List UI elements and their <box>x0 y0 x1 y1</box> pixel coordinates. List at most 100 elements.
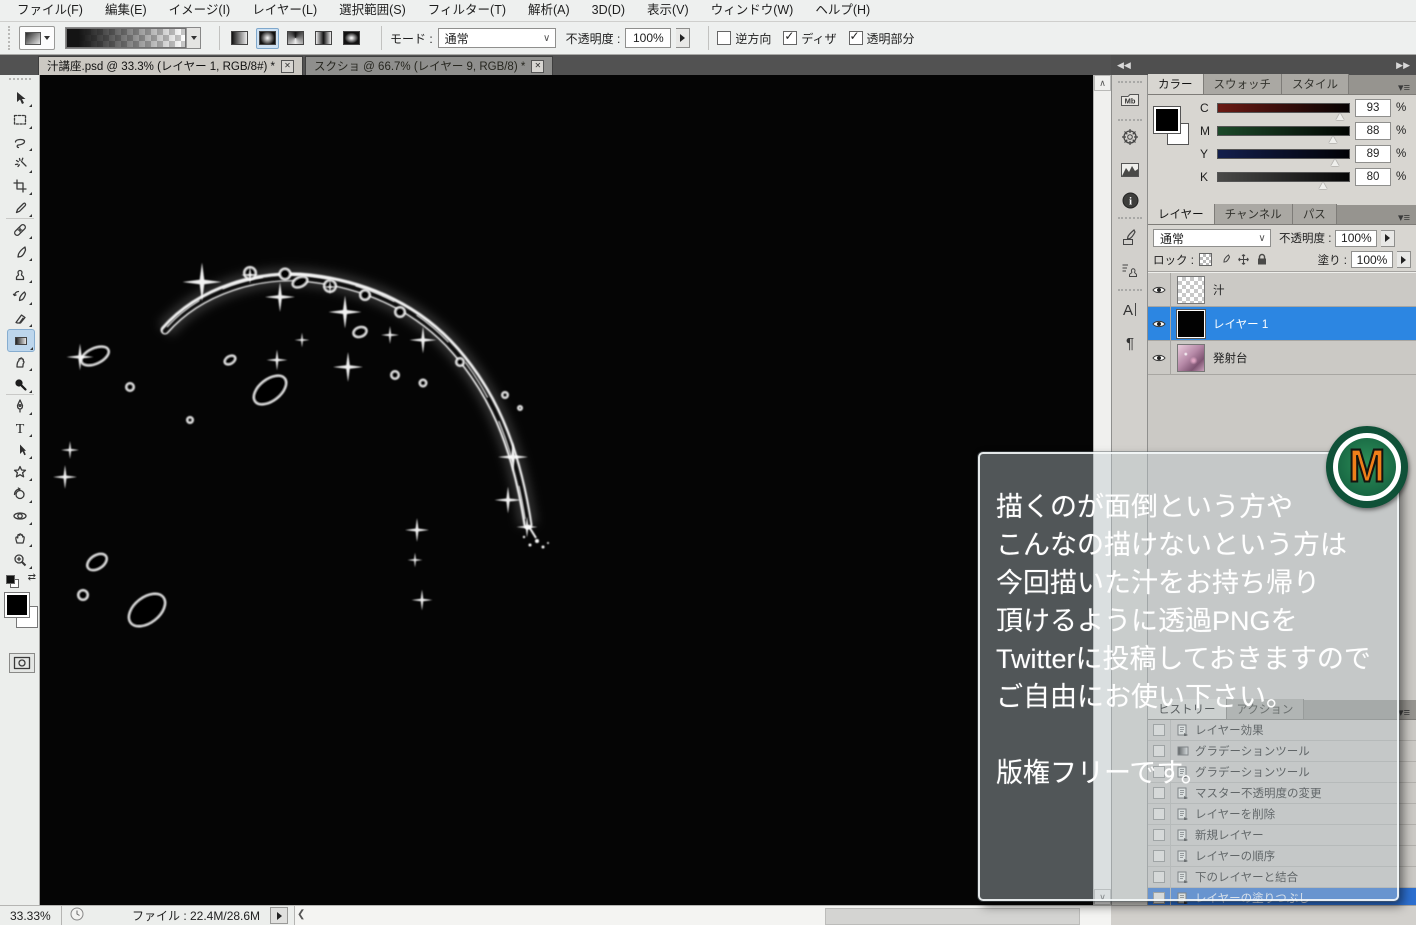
fill-input[interactable]: 100% <box>1351 251 1393 268</box>
reverse-checkbox-row[interactable]: 逆方向 <box>717 30 771 47</box>
tab-styles[interactable]: スタイル <box>1282 74 1349 94</box>
zoom-tool[interactable] <box>7 549 33 570</box>
path-selection-tool[interactable] <box>7 439 33 460</box>
layer-row-layer1[interactable]: レイヤー 1 <box>1148 307 1416 341</box>
menu-layer[interactable]: レイヤー(L) <box>241 0 328 21</box>
3d-rotate-tool[interactable] <box>7 483 33 504</box>
magic-wand-tool[interactable] <box>7 153 33 174</box>
lock-position-icon[interactable] <box>1236 253 1251 267</box>
dither-checkbox-row[interactable]: ディザ <box>783 30 836 47</box>
scroll-left-icon[interactable]: ❮ <box>297 909 305 920</box>
foreground-color-swatch[interactable] <box>1154 107 1180 133</box>
document-tab-inactive[interactable]: スクショ @ 66.7% (レイヤー 9, RGB/8) * ✕ <box>305 56 553 75</box>
blend-mode-select[interactable]: 通常 ∨ <box>438 28 556 48</box>
layer-thumbnail[interactable] <box>1177 310 1205 338</box>
mini-bridge-icon[interactable]: Mb <box>1117 88 1143 112</box>
menu-analysis[interactable]: 解析(A) <box>517 0 581 21</box>
opacity-spinner[interactable] <box>676 28 690 48</box>
tab-layers[interactable]: レイヤー <box>1148 204 1215 224</box>
layer-row-hasshadai[interactable]: 発射台 <box>1148 341 1416 375</box>
visibility-eye-icon[interactable] <box>1148 273 1171 306</box>
marquee-tool[interactable] <box>7 109 33 130</box>
tab-swatches[interactable]: スウォッチ <box>1204 74 1283 94</box>
status-flyout-button[interactable] <box>270 907 288 924</box>
crop-tool[interactable] <box>7 175 33 196</box>
gradient-picker[interactable] <box>65 27 201 49</box>
menu-file[interactable]: ファイル(F) <box>6 0 94 21</box>
smudge-tool[interactable] <box>7 351 33 372</box>
dodge-tool[interactable] <box>7 373 33 394</box>
reverse-checkbox[interactable] <box>717 31 731 45</box>
layer-opacity-input[interactable]: 100% <box>1335 230 1377 247</box>
gradient-tool[interactable] <box>7 329 35 352</box>
panel-menu-icon[interactable]: ▾≡ <box>1392 211 1416 224</box>
fill-spinner[interactable] <box>1397 251 1411 268</box>
hscroll-thumb[interactable] <box>825 908 1080 925</box>
menu-select[interactable]: 選択範囲(S) <box>328 0 417 21</box>
lock-paint-icon[interactable] <box>1217 253 1232 267</box>
swap-colors-icon[interactable]: ⇄ <box>28 572 36 583</box>
tab-channels[interactable]: チャンネル <box>1215 204 1293 224</box>
diamond-gradient-button[interactable] <box>340 28 363 49</box>
layer-row-shiru[interactable]: 汁 <box>1148 273 1416 307</box>
layer-thumbnail[interactable] <box>1177 276 1205 304</box>
paragraph-panel-icon[interactable]: ¶ <box>1117 331 1143 355</box>
clone-source-icon[interactable] <box>1117 258 1143 282</box>
yellow-slider[interactable] <box>1217 149 1350 159</box>
lasso-tool[interactable] <box>7 131 33 152</box>
zoom-level-input[interactable]: 33.33% <box>0 906 62 925</box>
scroll-up-icon[interactable]: ∧ <box>1094 75 1111 91</box>
yellow-value-input[interactable]: 89 <box>1355 145 1391 163</box>
tab-paths[interactable]: パス <box>1293 204 1337 224</box>
angle-gradient-button[interactable] <box>284 28 307 49</box>
menu-view[interactable]: 表示(V) <box>636 0 700 21</box>
layer-opacity-spinner[interactable] <box>1381 230 1395 247</box>
close-icon[interactable]: ✕ <box>531 60 544 73</box>
eraser-tool[interactable] <box>7 307 33 328</box>
foreground-color-swatch[interactable] <box>5 593 29 617</box>
history-brush-tool[interactable] <box>7 285 33 306</box>
menu-edit[interactable]: 編集(E) <box>94 0 158 21</box>
black-slider[interactable] <box>1217 172 1350 182</box>
magenta-slider[interactable] <box>1217 126 1350 136</box>
transparency-checkbox-row[interactable]: 透明部分 <box>849 30 915 47</box>
close-icon[interactable]: ✕ <box>281 60 294 73</box>
visibility-eye-icon[interactable] <box>1148 307 1171 340</box>
toolbar-grip[interactable] <box>9 78 31 82</box>
healing-brush-tool[interactable] <box>7 219 33 240</box>
lock-transparency-icon[interactable] <box>1198 253 1213 267</box>
tool-presets-icon[interactable] <box>1117 225 1143 249</box>
cyan-value-input[interactable]: 93 <box>1355 99 1391 117</box>
tool-preset-picker[interactable] <box>19 26 55 50</box>
character-panel-icon[interactable]: A <box>1117 297 1143 321</box>
quick-mask-button[interactable] <box>9 653 35 673</box>
visibility-eye-icon[interactable] <box>1148 341 1171 374</box>
panel-menu-icon[interactable]: ▾≡ <box>1392 81 1416 94</box>
hand-tool[interactable] <box>7 527 33 548</box>
radial-gradient-button[interactable] <box>256 28 279 49</box>
menu-help[interactable]: ヘルプ(H) <box>804 0 881 21</box>
pen-tool[interactable] <box>7 395 33 416</box>
dither-checkbox[interactable] <box>783 31 797 45</box>
custom-shape-tool[interactable] <box>7 461 33 482</box>
reflected-gradient-button[interactable] <box>312 28 335 49</box>
expand-panels-icon[interactable]: ▶▶ <box>1396 60 1410 71</box>
default-colors-icon[interactable] <box>6 575 17 586</box>
transparency-checkbox[interactable] <box>849 31 863 45</box>
cyan-slider[interactable] <box>1217 103 1350 113</box>
canvas-hscrollbar[interactable]: ❮ <box>294 906 1111 925</box>
layer-blend-mode-select[interactable]: 通常 ∨ <box>1153 229 1271 247</box>
tab-color[interactable]: カラー <box>1148 74 1204 94</box>
type-tool[interactable]: T <box>7 417 33 438</box>
menu-window[interactable]: ウィンドウ(W) <box>700 0 805 21</box>
menu-image[interactable]: イメージ(I) <box>158 0 242 21</box>
move-tool[interactable] <box>7 87 33 108</box>
navigator-icon[interactable] <box>1117 125 1143 149</box>
lock-all-icon[interactable] <box>1255 253 1270 267</box>
info-icon[interactable]: i <box>1117 188 1143 212</box>
document-tab-active[interactable]: 汁講座.psd @ 33.3% (レイヤー 1, RGB/8#) * ✕ <box>38 56 303 75</box>
layer-thumbnail[interactable] <box>1177 344 1205 372</box>
clone-stamp-tool[interactable] <box>7 263 33 284</box>
opacity-input[interactable]: 100% <box>625 28 671 48</box>
menu-3d[interactable]: 3D(D) <box>581 0 636 21</box>
